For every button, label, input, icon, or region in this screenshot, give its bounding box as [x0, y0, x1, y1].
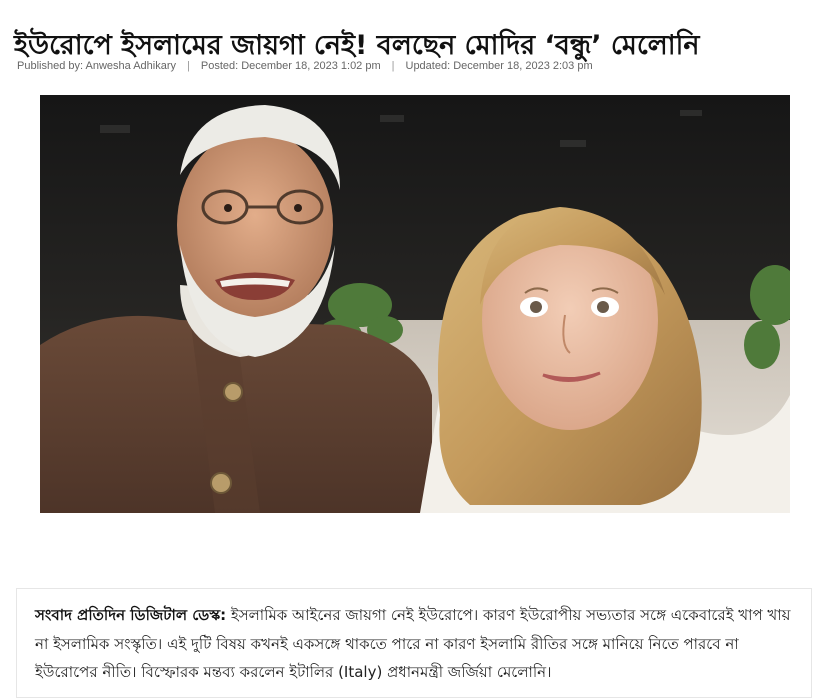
meta-separator: |: [391, 60, 395, 72]
article-meta: Published by: Anwesha Adhikary | Posted: D…: [17, 60, 593, 72]
article-lead: সংবাদ প্রতিদিন ডিজিটাল ডেস্ক:: [35, 606, 227, 624]
article-body: সংবাদ প্রতিদিন ডিজিটাল ডেস্ক: ইসলামিক আই…: [16, 588, 812, 698]
posted-date: Posted: December 18, 2023 1:02 pm: [200, 60, 381, 72]
meta-separator: |: [187, 60, 190, 72]
updated-date: Updated: December 18, 2023 2:03 pm: [405, 60, 593, 72]
article-photo: [40, 95, 790, 513]
selfie-photo-illustration: [40, 95, 790, 513]
author-byline: Published by: Anwesha Adhikary: [17, 60, 176, 72]
